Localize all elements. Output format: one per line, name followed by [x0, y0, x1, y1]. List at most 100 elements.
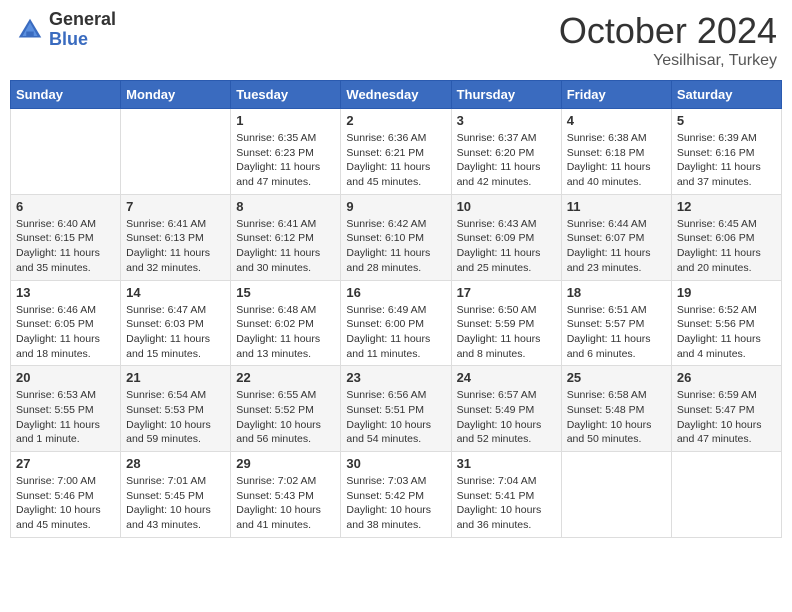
day-info: Sunrise: 6:46 AMSunset: 6:05 PMDaylight:…	[16, 303, 115, 362]
day-info: Sunrise: 6:52 AMSunset: 5:56 PMDaylight:…	[677, 303, 776, 362]
day-number: 8	[236, 199, 335, 214]
calendar-cell: 1Sunrise: 6:35 AMSunset: 6:23 PMDaylight…	[231, 109, 341, 195]
calendar-cell: 22 Sunrise: 6:55 AMSunset: 5:52 PMDayligh…	[231, 366, 341, 452]
calendar-cell: 19 Sunrise: 6:52 AMSunset: 5:56 PMDayligh…	[671, 280, 781, 366]
day-info: Sunrise: 6:41 AMSunset: 6:13 PMDaylight:…	[126, 217, 225, 276]
day-of-week-header: Friday	[561, 81, 671, 109]
day-info: Sunrise: 6:51 AMSunset: 5:57 PMDaylight:…	[567, 303, 666, 362]
day-number: 31	[457, 456, 556, 471]
day-info: Sunrise: 7:01 AMSunset: 5:45 PMDaylight:…	[126, 474, 225, 533]
calendar-week-row: 13Sunrise: 6:46 AMSunset: 6:05 PMDayligh…	[11, 280, 782, 366]
day-number: 1	[236, 113, 335, 128]
day-info: Sunrise: 6:50 AMSunset: 5:59 PMDaylight:…	[457, 303, 556, 362]
day-info: Sunrise: 6:49 AMSunset: 6:00 PMDaylight:…	[346, 303, 445, 362]
calendar-cell: 18 Sunrise: 6:51 AMSunset: 5:57 PMDayligh…	[561, 280, 671, 366]
day-info: Sunrise: 6:40 AMSunset: 6:15 PMDaylight:…	[16, 217, 115, 276]
day-info: Sunrise: 6:58 AMSunset: 5:48 PMDaylight:…	[567, 388, 666, 447]
day-of-week-header: Monday	[121, 81, 231, 109]
calendar-cell: 10 Sunrise: 6:43 AMSunset: 6:09 PMDayligh…	[451, 194, 561, 280]
day-number: 16	[346, 285, 445, 300]
day-number: 25	[567, 370, 666, 385]
calendar-week-row: 6 Sunrise: 6:40 AMSunset: 6:15 PMDaylight…	[11, 194, 782, 280]
day-info: Sunrise: 6:42 AMSunset: 6:10 PMDaylight:…	[346, 217, 445, 276]
logo-text: General Blue	[49, 10, 116, 50]
day-number: 2	[346, 113, 445, 128]
day-info: Sunrise: 6:37 AMSunset: 6:20 PMDaylight:…	[457, 131, 556, 190]
calendar-cell	[121, 109, 231, 195]
calendar-cell: 25 Sunrise: 6:58 AMSunset: 5:48 PMDayligh…	[561, 366, 671, 452]
day-of-week-header: Sunday	[11, 81, 121, 109]
calendar-cell: 3 Sunrise: 6:37 AMSunset: 6:20 PMDaylight…	[451, 109, 561, 195]
day-number: 10	[457, 199, 556, 214]
day-number: 30	[346, 456, 445, 471]
calendar-cell: 24 Sunrise: 6:57 AMSunset: 5:49 PMDayligh…	[451, 366, 561, 452]
day-info: Sunrise: 6:36 AMSunset: 6:21 PMDaylight:…	[346, 131, 445, 190]
day-number: 6	[16, 199, 115, 214]
calendar-cell: 31 Sunrise: 7:04 AMSunset: 5:41 PMDayligh…	[451, 452, 561, 538]
calendar-cell: 26 Sunrise: 6:59 AMSunset: 5:47 PMDayligh…	[671, 366, 781, 452]
day-info: Sunrise: 6:45 AMSunset: 6:06 PMDaylight:…	[677, 217, 776, 276]
month-title: October 2024	[559, 10, 777, 52]
calendar-cell	[11, 109, 121, 195]
day-number: 7	[126, 199, 225, 214]
calendar-cell: 27Sunrise: 7:00 AMSunset: 5:46 PMDayligh…	[11, 452, 121, 538]
day-number: 26	[677, 370, 776, 385]
calendar-cell	[671, 452, 781, 538]
day-number: 21	[126, 370, 225, 385]
calendar-cell: 7 Sunrise: 6:41 AMSunset: 6:13 PMDaylight…	[121, 194, 231, 280]
calendar-cell: 14Sunrise: 6:47 AMSunset: 6:03 PMDayligh…	[121, 280, 231, 366]
calendar-cell: 8 Sunrise: 6:41 AMSunset: 6:12 PMDaylight…	[231, 194, 341, 280]
calendar-cell: 12Sunrise: 6:45 AMSunset: 6:06 PMDayligh…	[671, 194, 781, 280]
day-info: Sunrise: 6:39 AMSunset: 6:16 PMDaylight:…	[677, 131, 776, 190]
day-info: Sunrise: 6:38 AMSunset: 6:18 PMDaylight:…	[567, 131, 666, 190]
calendar-cell: 2 Sunrise: 6:36 AMSunset: 6:21 PMDaylight…	[341, 109, 451, 195]
logo-general: General	[49, 10, 116, 30]
day-number: 29	[236, 456, 335, 471]
logo: General Blue	[15, 10, 116, 50]
calendar-cell: 15 Sunrise: 6:48 AMSunset: 6:02 PMDayligh…	[231, 280, 341, 366]
day-info: Sunrise: 6:41 AMSunset: 6:12 PMDaylight:…	[236, 217, 335, 276]
day-number: 5	[677, 113, 776, 128]
day-number: 4	[567, 113, 666, 128]
day-info: Sunrise: 7:00 AMSunset: 5:46 PMDaylight:…	[16, 474, 115, 533]
day-number: 20	[16, 370, 115, 385]
day-info: Sunrise: 7:04 AMSunset: 5:41 PMDaylight:…	[457, 474, 556, 533]
day-info: Sunrise: 7:02 AMSunset: 5:43 PMDaylight:…	[236, 474, 335, 533]
day-info: Sunrise: 6:56 AMSunset: 5:51 PMDaylight:…	[346, 388, 445, 447]
day-number: 11	[567, 199, 666, 214]
day-info: Sunrise: 6:57 AMSunset: 5:49 PMDaylight:…	[457, 388, 556, 447]
calendar-cell: 16 Sunrise: 6:49 AMSunset: 6:00 PMDayligh…	[341, 280, 451, 366]
calendar-cell: 11 Sunrise: 6:44 AMSunset: 6:07 PMDayligh…	[561, 194, 671, 280]
day-info: Sunrise: 6:59 AMSunset: 5:47 PMDaylight:…	[677, 388, 776, 447]
day-number: 18	[567, 285, 666, 300]
day-info: Sunrise: 6:44 AMSunset: 6:07 PMDaylight:…	[567, 217, 666, 276]
calendar-cell: 17 Sunrise: 6:50 AMSunset: 5:59 PMDayligh…	[451, 280, 561, 366]
calendar-cell: 6 Sunrise: 6:40 AMSunset: 6:15 PMDaylight…	[11, 194, 121, 280]
day-number: 14	[126, 285, 225, 300]
calendar-cell: 9Sunrise: 6:42 AMSunset: 6:10 PMDaylight…	[341, 194, 451, 280]
day-number: 28	[126, 456, 225, 471]
day-info: Sunrise: 6:53 AMSunset: 5:55 PMDaylight:…	[16, 388, 115, 447]
logo-icon	[15, 15, 45, 45]
day-number: 22	[236, 370, 335, 385]
day-of-week-header: Tuesday	[231, 81, 341, 109]
day-number: 17	[457, 285, 556, 300]
day-info: Sunrise: 6:48 AMSunset: 6:02 PMDaylight:…	[236, 303, 335, 362]
location: Yesilhisar, Turkey	[559, 52, 777, 70]
calendar-cell: 5 Sunrise: 6:39 AMSunset: 6:16 PMDaylight…	[671, 109, 781, 195]
day-of-week-header: Saturday	[671, 81, 781, 109]
calendar-table: SundayMondayTuesdayWednesdayThursdayFrid…	[10, 80, 782, 538]
calendar-cell: 29 Sunrise: 7:02 AMSunset: 5:43 PMDayligh…	[231, 452, 341, 538]
day-number: 24	[457, 370, 556, 385]
day-number: 19	[677, 285, 776, 300]
day-number: 15	[236, 285, 335, 300]
calendar-cell	[561, 452, 671, 538]
calendar-cell: 20 Sunrise: 6:53 AMSunset: 5:55 PMDayligh…	[11, 366, 121, 452]
day-number: 3	[457, 113, 556, 128]
day-info: Sunrise: 6:43 AMSunset: 6:09 PMDaylight:…	[457, 217, 556, 276]
calendar-header-row: SundayMondayTuesdayWednesdayThursdayFrid…	[11, 81, 782, 109]
day-info: Sunrise: 6:55 AMSunset: 5:52 PMDaylight:…	[236, 388, 335, 447]
day-of-week-header: Wednesday	[341, 81, 451, 109]
calendar-week-row: 1Sunrise: 6:35 AMSunset: 6:23 PMDaylight…	[11, 109, 782, 195]
calendar-cell: 30Sunrise: 7:03 AMSunset: 5:42 PMDayligh…	[341, 452, 451, 538]
